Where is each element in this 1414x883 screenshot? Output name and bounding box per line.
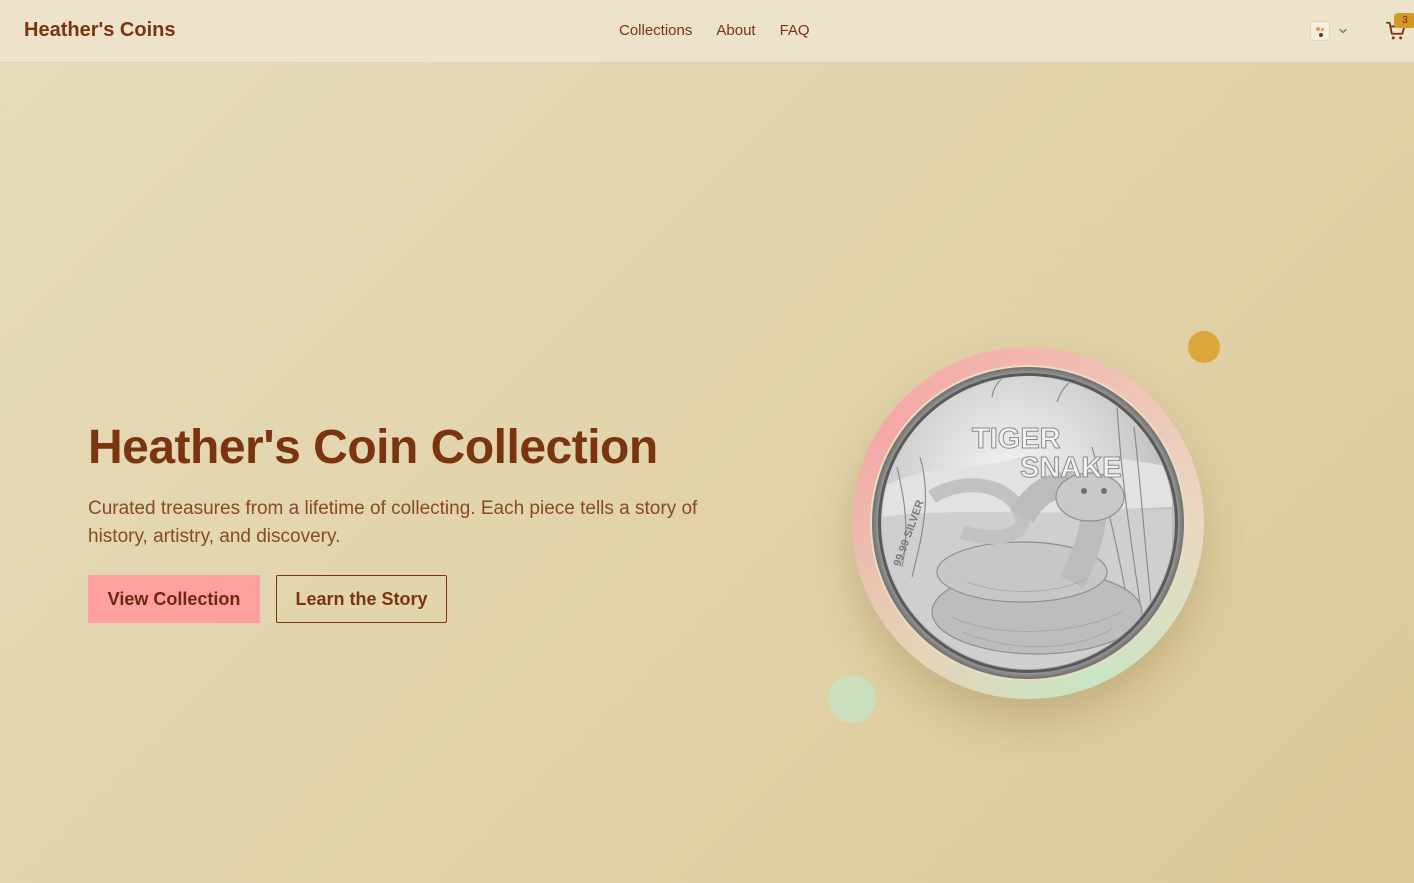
- brand-logo-link[interactable]: Heather's Coins: [24, 19, 175, 42]
- coin-inscription-tiger: TIGER: [972, 423, 1061, 455]
- learn-story-button[interactable]: Learn the Story: [276, 575, 447, 623]
- hero-title: Heather's Coin Collection: [88, 421, 658, 474]
- site-header: Heather's Coins Collections About FAQ 3: [0, 0, 1414, 63]
- theme-selector[interactable]: [1310, 21, 1350, 41]
- nav-link-faq[interactable]: FAQ: [780, 22, 810, 39]
- decorative-gold-dot: [1188, 331, 1220, 363]
- nav-link-collections[interactable]: Collections: [619, 22, 692, 39]
- nav-link-about[interactable]: About: [716, 22, 755, 39]
- palette-icon: [1310, 21, 1330, 41]
- coin-inscription-snake: SNAKE: [1020, 452, 1122, 484]
- tiger-snake-coin-image: 99.99 SILVER TIGER SNAKE: [872, 367, 1184, 679]
- chevron-down-icon: [1339, 28, 1347, 34]
- main-nav: Collections About FAQ: [619, 22, 810, 39]
- decorative-green-dot: [828, 675, 876, 723]
- hero-subtitle: Curated treasures from a lifetime of col…: [88, 498, 698, 547]
- cart-count-badge: 3: [1394, 13, 1414, 28]
- view-collection-button[interactable]: View Collection: [88, 575, 260, 623]
